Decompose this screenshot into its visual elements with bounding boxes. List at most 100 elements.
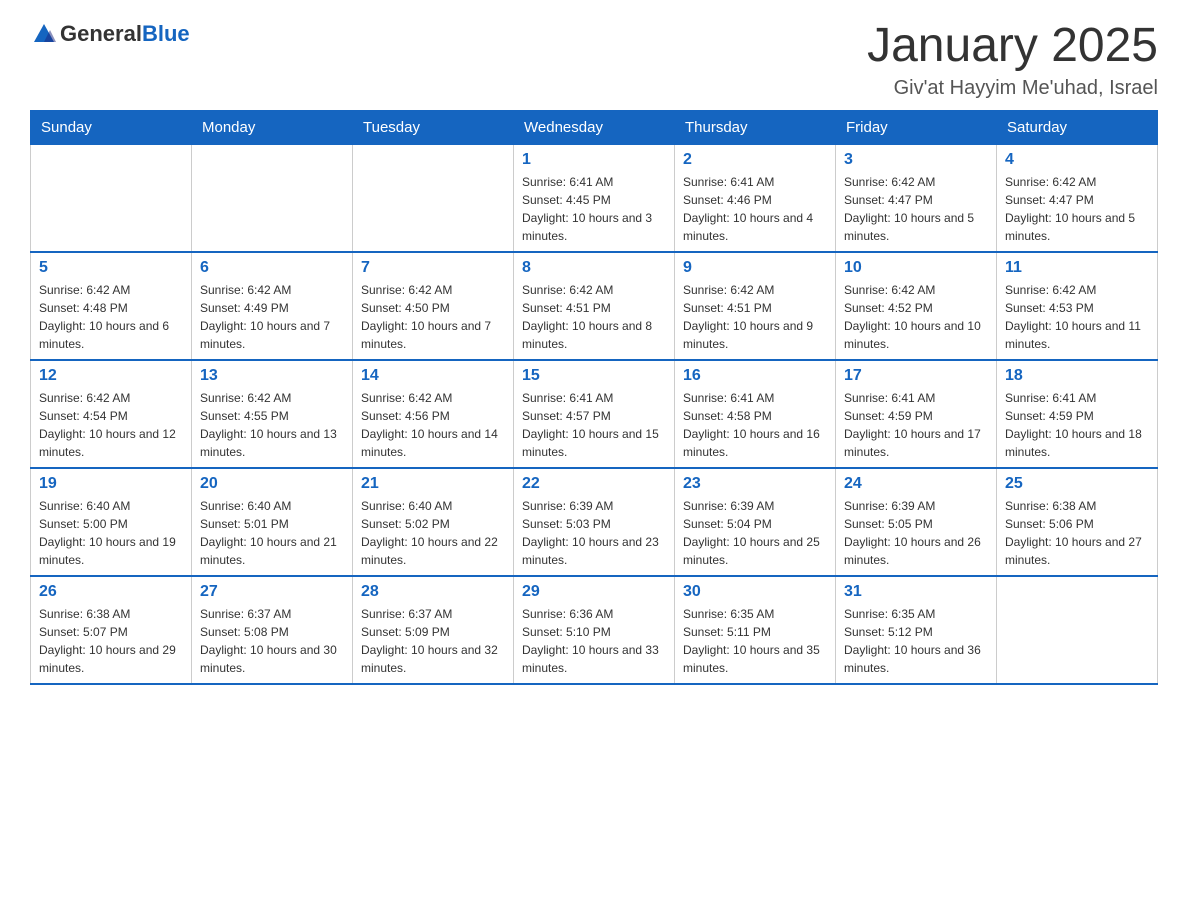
day-info: Sunrise: 6:41 AMSunset: 4:58 PMDaylight:… bbox=[683, 389, 827, 461]
calendar-cell: 18 Sunrise: 6:41 AMSunset: 4:59 PMDayligh… bbox=[997, 360, 1158, 468]
day-info: Sunrise: 6:41 AMSunset: 4:59 PMDaylight:… bbox=[1005, 389, 1149, 461]
day-info: Sunrise: 6:36 AMSunset: 5:10 PMDaylight:… bbox=[522, 605, 666, 677]
calendar-cell: 1 Sunrise: 6:41 AMSunset: 4:45 PMDaylight… bbox=[514, 144, 675, 252]
logo-blue: Blue bbox=[142, 21, 190, 47]
day-number: 19 bbox=[39, 475, 183, 493]
weekday-header: Wednesday bbox=[514, 110, 675, 144]
day-info: Sunrise: 6:38 AMSunset: 5:06 PMDaylight:… bbox=[1005, 497, 1149, 569]
day-info: Sunrise: 6:42 AMSunset: 4:47 PMDaylight:… bbox=[844, 173, 988, 245]
day-number: 15 bbox=[522, 367, 666, 385]
calendar-cell: 8 Sunrise: 6:42 AMSunset: 4:51 PMDaylight… bbox=[514, 252, 675, 360]
calendar-cell: 12 Sunrise: 6:42 AMSunset: 4:54 PMDayligh… bbox=[31, 360, 192, 468]
day-info: Sunrise: 6:35 AMSunset: 5:11 PMDaylight:… bbox=[683, 605, 827, 677]
day-number: 16 bbox=[683, 367, 827, 385]
calendar-subtitle: Giv'at Hayyim Me'uhad, Israel bbox=[867, 77, 1158, 100]
calendar-cell: 17Sunrise: 6:41 AMSunset: 4:59 PMDayligh… bbox=[836, 360, 997, 468]
page-header: General Blue January 2025 Giv'at Hayyim … bbox=[30, 20, 1158, 100]
day-info: Sunrise: 6:41 AMSunset: 4:59 PMDaylight:… bbox=[844, 389, 988, 461]
day-number: 28 bbox=[361, 583, 505, 601]
weekday-header: Sunday bbox=[31, 110, 192, 144]
day-number: 9 bbox=[683, 259, 827, 277]
day-number: 13 bbox=[200, 367, 344, 385]
day-info: Sunrise: 6:39 AMSunset: 5:04 PMDaylight:… bbox=[683, 497, 827, 569]
day-info: Sunrise: 6:42 AMSunset: 4:56 PMDaylight:… bbox=[361, 389, 505, 461]
day-info: Sunrise: 6:40 AMSunset: 5:00 PMDaylight:… bbox=[39, 497, 183, 569]
calendar-cell bbox=[353, 144, 514, 252]
calendar-cell: 31 Sunrise: 6:35 AMSunset: 5:12 PMDayligh… bbox=[836, 576, 997, 684]
day-info: Sunrise: 6:42 AMSunset: 4:52 PMDaylight:… bbox=[844, 281, 988, 353]
day-number: 12 bbox=[39, 367, 183, 385]
weekday-header: Friday bbox=[836, 110, 997, 144]
logo: General Blue bbox=[30, 20, 190, 48]
day-info: Sunrise: 6:42 AMSunset: 4:51 PMDaylight:… bbox=[683, 281, 827, 353]
day-number: 29 bbox=[522, 583, 666, 601]
day-number: 22 bbox=[522, 475, 666, 493]
calendar-title: January 2025 bbox=[867, 20, 1158, 73]
day-info: Sunrise: 6:42 AMSunset: 4:48 PMDaylight:… bbox=[39, 281, 183, 353]
calendar-cell: 30 Sunrise: 6:35 AMSunset: 5:11 PMDayligh… bbox=[675, 576, 836, 684]
day-number: 21 bbox=[361, 475, 505, 493]
day-info: Sunrise: 6:40 AMSunset: 5:01 PMDaylight:… bbox=[200, 497, 344, 569]
day-info: Sunrise: 6:37 AMSunset: 5:09 PMDaylight:… bbox=[361, 605, 505, 677]
calendar-cell: 22Sunrise: 6:39 AMSunset: 5:03 PMDayligh… bbox=[514, 468, 675, 576]
calendar-cell: 25Sunrise: 6:38 AMSunset: 5:06 PMDayligh… bbox=[997, 468, 1158, 576]
day-number: 7 bbox=[361, 259, 505, 277]
logo-icon bbox=[30, 20, 58, 48]
day-number: 4 bbox=[1005, 151, 1149, 169]
day-info: Sunrise: 6:37 AMSunset: 5:08 PMDaylight:… bbox=[200, 605, 344, 677]
day-info: Sunrise: 6:35 AMSunset: 5:12 PMDaylight:… bbox=[844, 605, 988, 677]
day-number: 5 bbox=[39, 259, 183, 277]
calendar-cell: 11 Sunrise: 6:42 AMSunset: 4:53 PMDayligh… bbox=[997, 252, 1158, 360]
calendar-cell: 28 Sunrise: 6:37 AMSunset: 5:09 PMDayligh… bbox=[353, 576, 514, 684]
weekday-header-row: SundayMondayTuesdayWednesdayThursdayFrid… bbox=[31, 110, 1158, 144]
day-number: 23 bbox=[683, 475, 827, 493]
calendar-cell: 13Sunrise: 6:42 AMSunset: 4:55 PMDayligh… bbox=[192, 360, 353, 468]
day-number: 1 bbox=[522, 151, 666, 169]
title-block: January 2025 Giv'at Hayyim Me'uhad, Isra… bbox=[867, 20, 1158, 100]
day-number: 30 bbox=[683, 583, 827, 601]
weekday-header: Thursday bbox=[675, 110, 836, 144]
calendar-week-row: 19 Sunrise: 6:40 AMSunset: 5:00 PMDayligh… bbox=[31, 468, 1158, 576]
day-number: 8 bbox=[522, 259, 666, 277]
calendar-cell bbox=[997, 576, 1158, 684]
day-number: 11 bbox=[1005, 259, 1149, 277]
calendar-week-row: 1 Sunrise: 6:41 AMSunset: 4:45 PMDaylight… bbox=[31, 144, 1158, 252]
day-info: Sunrise: 6:42 AMSunset: 4:49 PMDaylight:… bbox=[200, 281, 344, 353]
day-number: 24 bbox=[844, 475, 988, 493]
day-number: 31 bbox=[844, 583, 988, 601]
calendar-cell: 6 Sunrise: 6:42 AMSunset: 4:49 PMDaylight… bbox=[192, 252, 353, 360]
calendar-cell: 24 Sunrise: 6:39 AMSunset: 5:05 PMDayligh… bbox=[836, 468, 997, 576]
calendar-cell: 16 Sunrise: 6:41 AMSunset: 4:58 PMDayligh… bbox=[675, 360, 836, 468]
calendar-week-row: 26Sunrise: 6:38 AMSunset: 5:07 PMDayligh… bbox=[31, 576, 1158, 684]
calendar-cell: 21Sunrise: 6:40 AMSunset: 5:02 PMDayligh… bbox=[353, 468, 514, 576]
day-number: 20 bbox=[200, 475, 344, 493]
calendar-cell: 2 Sunrise: 6:41 AMSunset: 4:46 PMDaylight… bbox=[675, 144, 836, 252]
day-info: Sunrise: 6:39 AMSunset: 5:05 PMDaylight:… bbox=[844, 497, 988, 569]
day-info: Sunrise: 6:42 AMSunset: 4:53 PMDaylight:… bbox=[1005, 281, 1149, 353]
calendar-cell: 5 Sunrise: 6:42 AMSunset: 4:48 PMDaylight… bbox=[31, 252, 192, 360]
day-info: Sunrise: 6:42 AMSunset: 4:54 PMDaylight:… bbox=[39, 389, 183, 461]
day-number: 3 bbox=[844, 151, 988, 169]
calendar-cell: 15Sunrise: 6:41 AMSunset: 4:57 PMDayligh… bbox=[514, 360, 675, 468]
calendar-cell: 23 Sunrise: 6:39 AMSunset: 5:04 PMDayligh… bbox=[675, 468, 836, 576]
day-number: 6 bbox=[200, 259, 344, 277]
day-number: 2 bbox=[683, 151, 827, 169]
weekday-header: Tuesday bbox=[353, 110, 514, 144]
calendar-cell: 3 Sunrise: 6:42 AMSunset: 4:47 PMDaylight… bbox=[836, 144, 997, 252]
day-number: 14 bbox=[361, 367, 505, 385]
day-info: Sunrise: 6:42 AMSunset: 4:51 PMDaylight:… bbox=[522, 281, 666, 353]
calendar-week-row: 12 Sunrise: 6:42 AMSunset: 4:54 PMDayligh… bbox=[31, 360, 1158, 468]
calendar-week-row: 5 Sunrise: 6:42 AMSunset: 4:48 PMDaylight… bbox=[31, 252, 1158, 360]
calendar-cell: 9 Sunrise: 6:42 AMSunset: 4:51 PMDaylight… bbox=[675, 252, 836, 360]
day-info: Sunrise: 6:41 AMSunset: 4:45 PMDaylight:… bbox=[522, 173, 666, 245]
day-number: 18 bbox=[1005, 367, 1149, 385]
day-info: Sunrise: 6:41 AMSunset: 4:46 PMDaylight:… bbox=[683, 173, 827, 245]
calendar-cell: 4Sunrise: 6:42 AMSunset: 4:47 PMDaylight… bbox=[997, 144, 1158, 252]
calendar-cell: 10Sunrise: 6:42 AMSunset: 4:52 PMDayligh… bbox=[836, 252, 997, 360]
day-info: Sunrise: 6:38 AMSunset: 5:07 PMDaylight:… bbox=[39, 605, 183, 677]
logo-general: General bbox=[60, 21, 142, 47]
day-number: 27 bbox=[200, 583, 344, 601]
day-info: Sunrise: 6:42 AMSunset: 4:50 PMDaylight:… bbox=[361, 281, 505, 353]
calendar-cell: 14 Sunrise: 6:42 AMSunset: 4:56 PMDayligh… bbox=[353, 360, 514, 468]
calendar-cell: 19 Sunrise: 6:40 AMSunset: 5:00 PMDayligh… bbox=[31, 468, 192, 576]
